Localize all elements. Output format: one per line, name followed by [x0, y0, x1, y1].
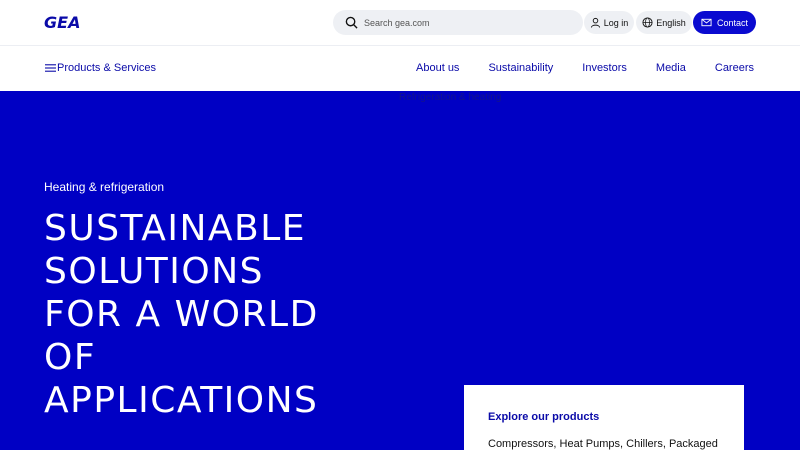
hero-headline: SUSTAINABLE SOLUTIONS FOR A WORLD OF APP… [44, 207, 384, 422]
nav-link-careers[interactable]: Careers [715, 62, 754, 74]
login-label: Log in [603, 17, 629, 28]
language-label: English [656, 17, 686, 28]
contact-label: Contact [716, 17, 749, 28]
nav-link-media[interactable]: Media [656, 62, 686, 74]
nav-link-sustainability[interactable]: Sustainability [488, 62, 553, 74]
main-nav: Products & Services About us Sustainabil… [0, 46, 800, 91]
contact-button[interactable]: Contact [693, 11, 756, 34]
products-services-menu[interactable]: Products & Services [45, 62, 156, 74]
search-icon [345, 16, 358, 29]
headline-line: SUSTAINABLE [44, 208, 307, 249]
nav-link-about-us[interactable]: About us [416, 62, 459, 74]
hero-section: Refrigeration & heating Heating & refrig… [0, 91, 800, 450]
svg-text:GEA: GEA [44, 14, 80, 30]
card-text: Compressors, Heat Pumps, Chillers, Packa… [488, 438, 718, 450]
user-icon [590, 17, 600, 28]
headline-line: OF [44, 337, 97, 378]
card-title: Explore our products [488, 411, 600, 423]
mail-icon [701, 18, 712, 27]
hero-eyebrow: Heating & refrigeration [44, 180, 165, 194]
top-bar: GEA Log in English Contact [0, 0, 800, 46]
products-services-label: Products & Services [57, 62, 157, 74]
headline-line: SOLUTIONS [44, 251, 265, 292]
headline-line: FOR A WORLD [44, 294, 319, 335]
nav-link-investors[interactable]: Investors [582, 62, 627, 74]
globe-icon [642, 17, 653, 28]
menu-icon [45, 64, 56, 72]
search-bar[interactable] [333, 10, 583, 35]
nav-links: About us Sustainability Investors Media … [416, 62, 754, 74]
language-selector[interactable]: English [636, 11, 692, 34]
breadcrumb[interactable]: Refrigeration & heating [399, 92, 501, 103]
search-input[interactable] [364, 17, 564, 28]
headline-line: APPLICATIONS [44, 380, 319, 421]
gea-logo[interactable]: GEA [44, 14, 94, 30]
explore-products-card[interactable]: Explore our products Compressors, Heat P… [464, 385, 744, 450]
login-button[interactable]: Log in [584, 11, 634, 34]
